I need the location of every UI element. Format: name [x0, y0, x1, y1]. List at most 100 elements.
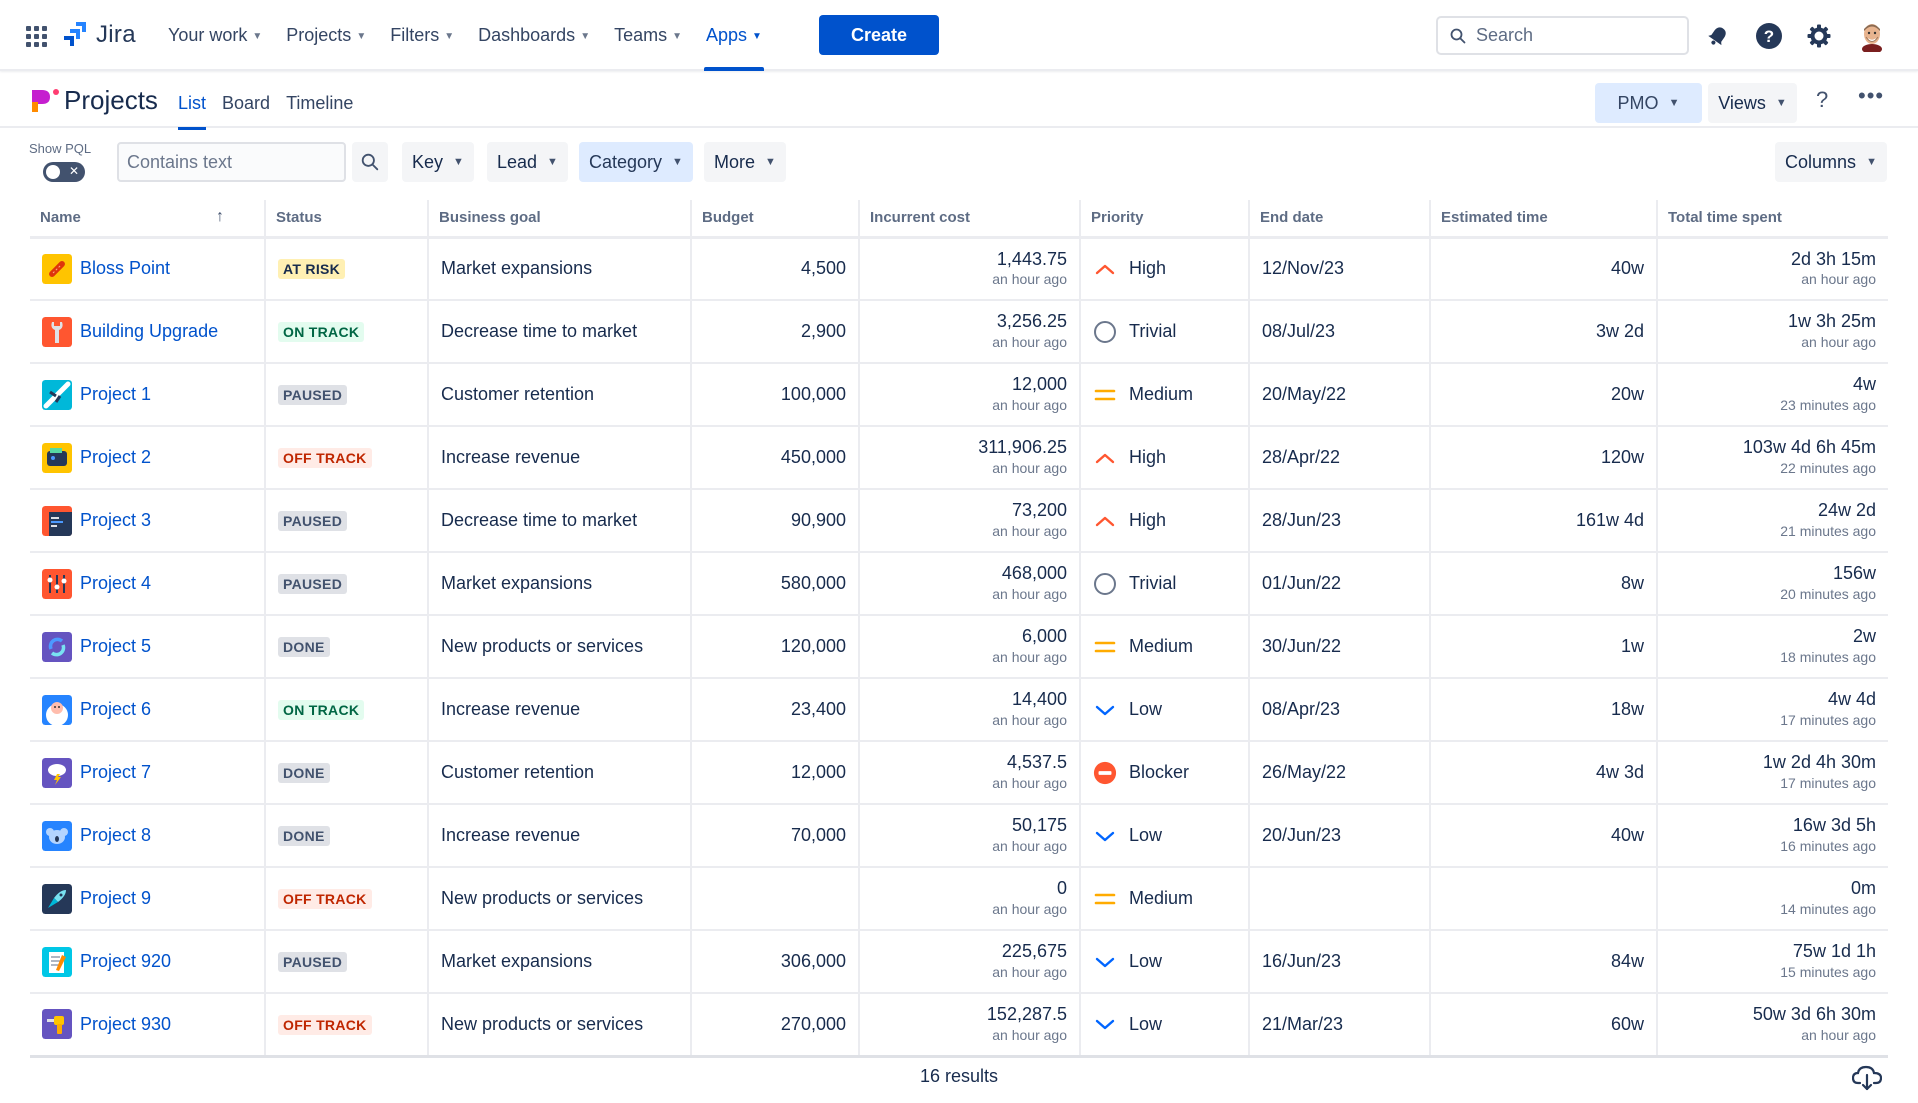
- filter-search-button[interactable]: [352, 142, 388, 182]
- nav-dashboards[interactable]: Dashboards ▼: [468, 0, 600, 71]
- table-row[interactable]: Project 1 PAUSED Customer retention 100,000…: [30, 363, 1888, 427]
- spent-updated: 21 minutes ago: [1780, 523, 1876, 540]
- cost-value: 73,200: [1011, 500, 1067, 521]
- views-dropdown[interactable]: Views ▼: [1708, 83, 1797, 123]
- table-row[interactable]: Project 920 PAUSED Market expansions 306,00…: [30, 930, 1888, 994]
- cost-updated: an hour ago: [992, 775, 1067, 792]
- project-link[interactable]: Project 930: [80, 1014, 171, 1035]
- cell-total-time-spent: 16w 3d 5h 16 minutes ago: [1656, 804, 1888, 868]
- nav-projects[interactable]: Projects ▼: [276, 0, 376, 71]
- column-header-business-goal[interactable]: Business goal: [427, 200, 691, 239]
- jira-logo[interactable]: Jira: [62, 20, 136, 50]
- sliders-icon: [42, 568, 72, 599]
- app-switcher-icon[interactable]: [26, 26, 48, 47]
- table-row[interactable]: Project 8 DONE Increase revenue 70,000 50,17…: [30, 804, 1888, 868]
- cell-budget: 70,000: [690, 804, 859, 868]
- column-header-total-time-spent[interactable]: Total time spent: [1656, 200, 1888, 239]
- cell-total-time-spent: 2w 18 minutes ago: [1656, 615, 1888, 679]
- cell-budget: 12,000: [690, 741, 859, 805]
- columns-dropdown[interactable]: Columns ▼: [1775, 142, 1887, 182]
- table-row[interactable]: Building Upgrade ON TRACK Decrease time to…: [30, 300, 1888, 364]
- pmo-dropdown[interactable]: PMO ▼: [1595, 83, 1702, 123]
- nav-teams[interactable]: Teams ▼: [604, 0, 692, 71]
- project-link[interactable]: Project 3: [80, 510, 151, 531]
- project-link[interactable]: Bloss Point: [80, 258, 170, 279]
- filter-lead[interactable]: Lead ▼: [487, 142, 568, 182]
- settings-button[interactable]: [1803, 20, 1835, 52]
- cell-estimated-time: 161w 4d: [1429, 489, 1657, 553]
- cell-end-date: 01/Jun/22: [1248, 552, 1430, 616]
- more-options-icon[interactable]: •••: [1858, 83, 1884, 109]
- column-header-priority[interactable]: Priority: [1079, 200, 1249, 239]
- user-avatar[interactable]: [1856, 20, 1888, 52]
- filter-more[interactable]: More ▼: [704, 142, 786, 182]
- column-header-end-date[interactable]: End date: [1248, 200, 1430, 239]
- spent-updated: 17 minutes ago: [1780, 775, 1876, 792]
- filter-category[interactable]: Category ▼: [579, 142, 693, 182]
- column-header-name[interactable]: Name ↑: [30, 200, 265, 239]
- project-link[interactable]: Project 5: [80, 636, 151, 657]
- help-question-icon[interactable]: ?: [1816, 87, 1828, 113]
- cell-incurrent-cost: 6,000 an hour ago: [858, 615, 1080, 679]
- priority-low-icon: [1093, 698, 1117, 722]
- sort-ascending-icon[interactable]: ↑: [216, 208, 224, 226]
- export-button[interactable]: [1851, 1064, 1883, 1097]
- nav-your-work[interactable]: Your work ▼: [158, 0, 272, 71]
- project-link[interactable]: Project 9: [80, 888, 151, 909]
- notifications-button[interactable]: [1702, 20, 1734, 52]
- table-row[interactable]: Project 2 OFF TRACK Increase revenue 450,00…: [30, 426, 1888, 490]
- nav-filters[interactable]: Filters ▼: [380, 0, 464, 71]
- spent-updated: 16 minutes ago: [1780, 838, 1876, 855]
- filter-key[interactable]: Key ▼: [402, 142, 474, 182]
- project-link[interactable]: Project 8: [80, 825, 151, 846]
- cell-business-goal: New products or services: [427, 615, 691, 679]
- contains-text-input[interactable]: [117, 142, 346, 182]
- spent-updated: 20 minutes ago: [1780, 586, 1876, 603]
- help-button[interactable]: ?: [1753, 20, 1785, 52]
- table-row[interactable]: Project 7 DONE Customer retention 12,000 4,5…: [30, 741, 1888, 805]
- table-row[interactable]: Bloss Point AT RISK Market expansions 4,500…: [30, 237, 1888, 301]
- project-link[interactable]: Project 4: [80, 573, 151, 594]
- cell-name: Project 4: [30, 552, 265, 616]
- table-row[interactable]: Project 5 DONE New products or services 120…: [30, 615, 1888, 679]
- project-link[interactable]: Project 6: [80, 699, 151, 720]
- table-row[interactable]: Project 930 OFF TRACK New products or serv…: [30, 993, 1888, 1058]
- column-header-incurrent-cost[interactable]: Incurrent cost: [858, 200, 1080, 239]
- table-row[interactable]: Project 4 PAUSED Market expansions 580,000 4…: [30, 552, 1888, 616]
- cell-business-goal: Increase revenue: [427, 678, 691, 742]
- cell-total-time-spent: 103w 4d 6h 45m 22 minutes ago: [1656, 426, 1888, 490]
- column-header-estimated-time[interactable]: Estimated time: [1429, 200, 1657, 239]
- cost-updated: an hour ago: [992, 586, 1067, 603]
- cell-total-time-spent: 1w 2d 4h 30m 17 minutes ago: [1656, 741, 1888, 805]
- name-cell: Project 920: [42, 946, 252, 977]
- show-pql-toggle[interactable]: ✕: [43, 162, 85, 182]
- views-label: Views: [1718, 92, 1766, 113]
- cell-status: PAUSED: [264, 363, 428, 427]
- spent-updated: an hour ago: [1801, 334, 1876, 351]
- toggle-knob: [46, 165, 60, 179]
- table-row[interactable]: Project 3 PAUSED Decrease time to market 90…: [30, 489, 1888, 553]
- table-body: Bloss Point AT RISK Market expansions 4,500…: [30, 237, 1888, 1058]
- global-search[interactable]: [1436, 16, 1689, 55]
- tab-list[interactable]: List: [170, 73, 214, 130]
- cell-status: DONE: [264, 741, 428, 805]
- status-badge: PAUSED: [278, 952, 348, 972]
- project-link[interactable]: Project 2: [80, 447, 151, 468]
- cell-estimated-time: 40w: [1429, 804, 1657, 868]
- project-link[interactable]: Project 1: [80, 384, 151, 405]
- nav-apps[interactable]: Apps ▼: [696, 0, 772, 71]
- tab-board[interactable]: Board: [214, 73, 278, 128]
- project-link[interactable]: Building Upgrade: [80, 321, 218, 342]
- column-header-status[interactable]: Status: [264, 200, 428, 239]
- create-button[interactable]: Create: [819, 15, 939, 55]
- project-link[interactable]: Project 7: [80, 762, 151, 783]
- nav-label: Teams: [614, 25, 668, 45]
- tab-timeline[interactable]: Timeline: [278, 73, 361, 128]
- koala-icon: [42, 820, 72, 851]
- search-input[interactable]: [1476, 25, 1676, 46]
- project-link[interactable]: Project 920: [80, 951, 171, 972]
- cost-updated: an hour ago: [992, 649, 1067, 666]
- column-header-budget[interactable]: Budget: [690, 200, 859, 239]
- table-row[interactable]: Project 6 ON TRACK Increase revenue 23,400 1…: [30, 678, 1888, 742]
- table-row[interactable]: Project 9 OFF TRACK New products or servic…: [30, 867, 1888, 931]
